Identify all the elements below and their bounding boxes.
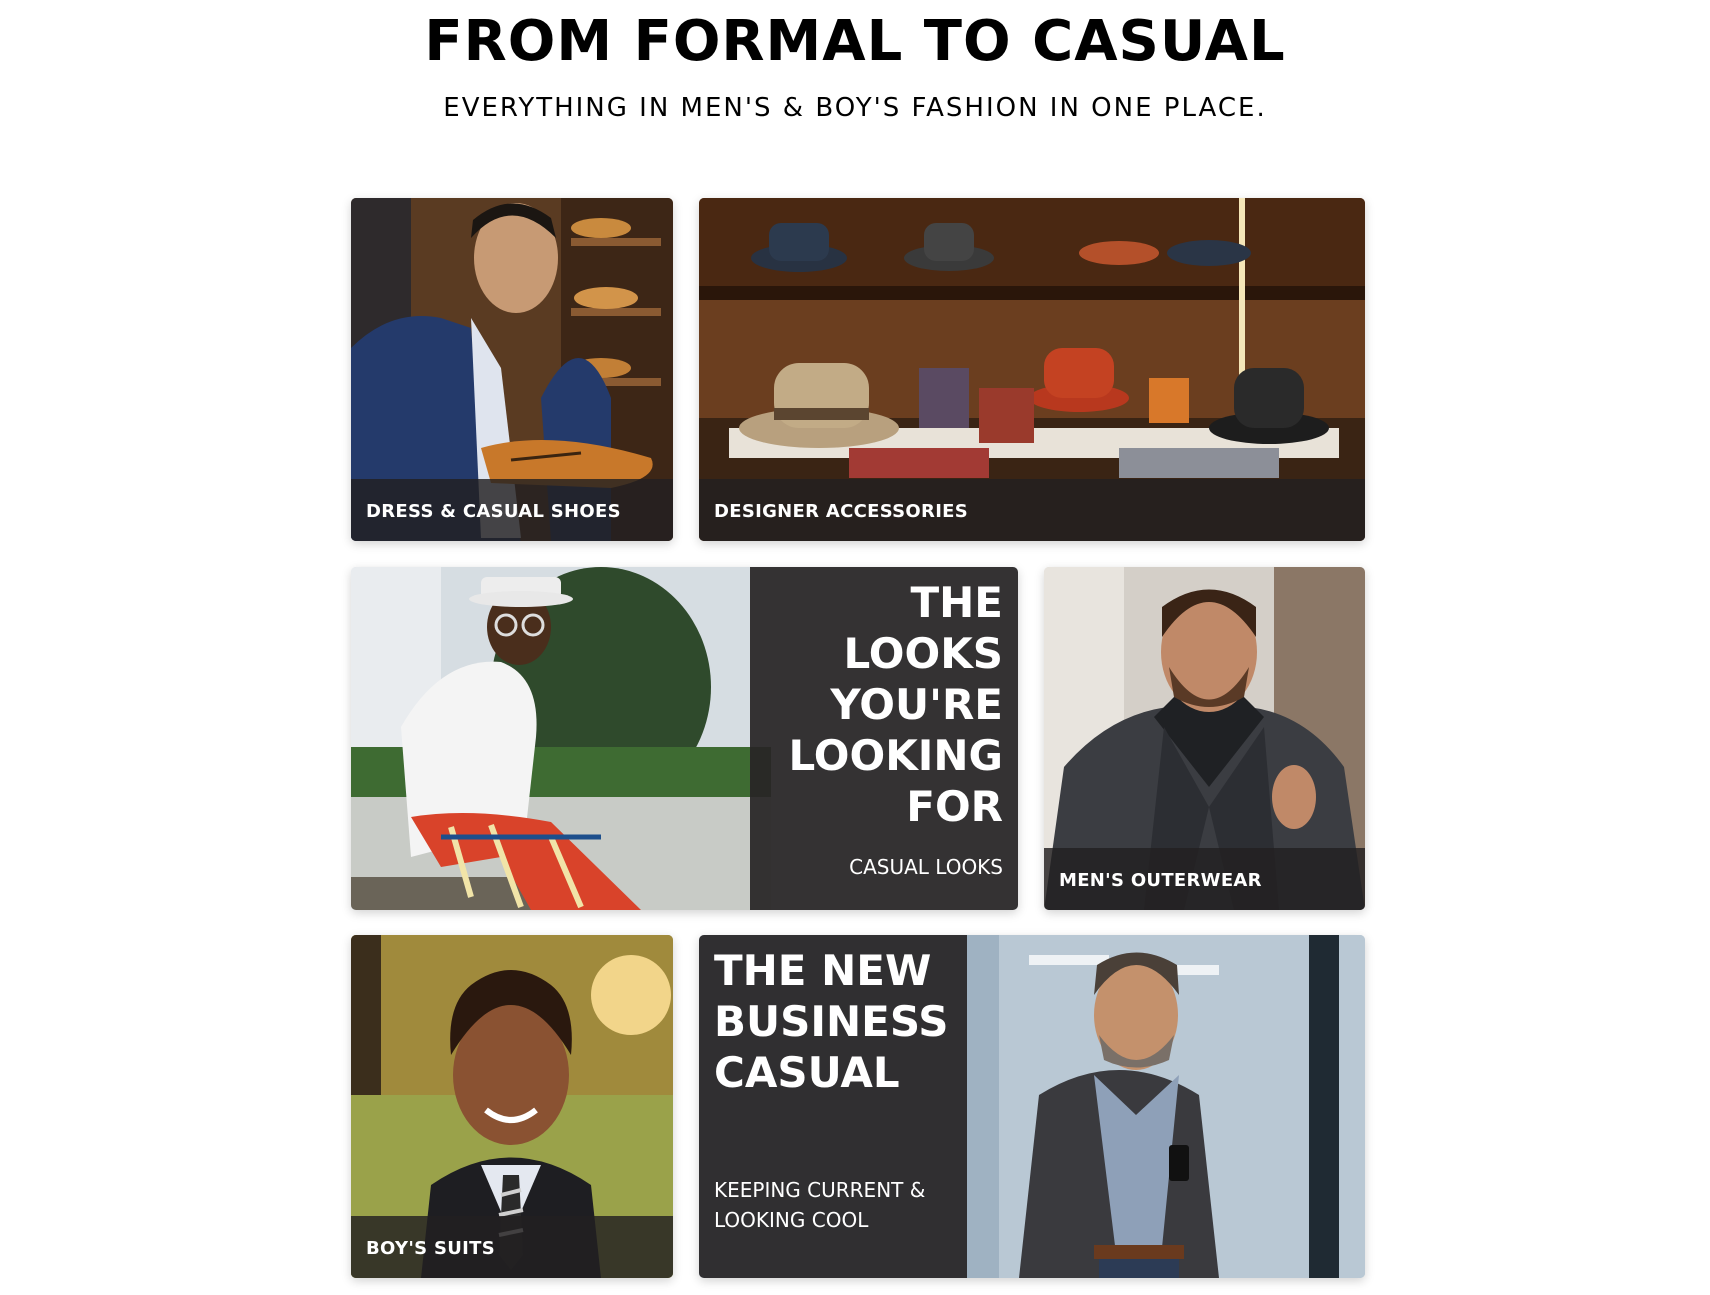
looks-text-panel: THE LOOKS YOU'RE LOOKING FOR CASUAL LOOK…	[750, 567, 1018, 910]
page-subtitle: EVERYTHING IN MEN'S & BOY'S FASHION IN O…	[443, 93, 1267, 123]
page-title: FROM FORMAL TO CASUAL	[424, 9, 1286, 74]
tile-boys-suits[interactable]: BOY'S SUITS	[351, 935, 673, 1278]
business-text-panel: THE NEW BUSINESS CASUAL KEEPING CURRENT …	[699, 935, 967, 1278]
tile-caption: BOY'S SUITS	[366, 1238, 495, 1259]
business-headline: THE NEW BUSINESS CASUAL	[714, 946, 949, 1097]
tile-casual-looks[interactable]: THE LOOKS YOU'RE LOOKING FOR CASUAL LOOK…	[351, 567, 1018, 910]
business-subtext: KEEPING CURRENT & LOOKING COOL	[714, 1178, 926, 1232]
looks-headline: THE LOOKS YOU'RE LOOKING FOR	[788, 578, 1003, 831]
tile-business-casual[interactable]: THE NEW BUSINESS CASUAL KEEPING CURRENT …	[699, 935, 1365, 1278]
tile-caption: DESIGNER ACCESSORIES	[714, 501, 969, 522]
tile-designer-accessories[interactable]: DESIGNER ACCESSORIES	[699, 198, 1365, 541]
looks-subtext: CASUAL LOOKS	[849, 855, 1003, 879]
tile-mens-outerwear[interactable]: MEN'S OUTERWEAR	[1044, 567, 1365, 910]
tile-dress-casual-shoes[interactable]: DRESS & CASUAL SHOES	[351, 198, 673, 541]
tile-caption: DRESS & CASUAL SHOES	[366, 501, 621, 522]
tile-caption: MEN'S OUTERWEAR	[1059, 870, 1262, 891]
